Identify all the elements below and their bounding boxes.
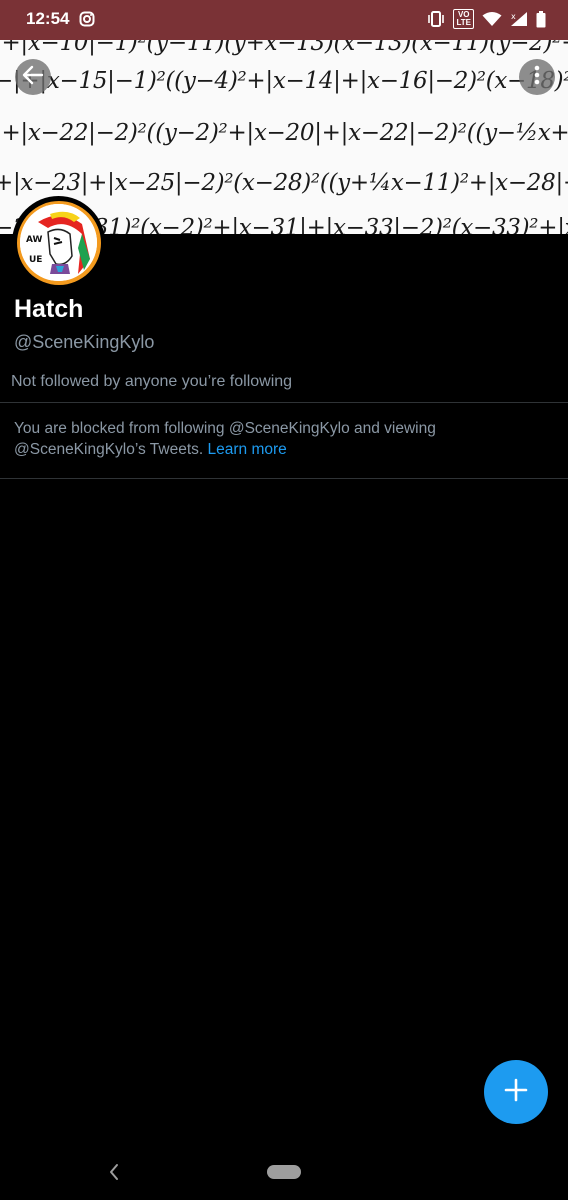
banner-equation-line: −|+|x−15|−1)²((y−4)²+|x−14|+|x−16|−2)²(x… (0, 68, 568, 94)
followed-by-text: Not followed by anyone you’re following (11, 373, 293, 390)
compose-tweet-button[interactable] (484, 1060, 548, 1124)
battery-icon (536, 10, 546, 28)
wifi-icon (482, 11, 502, 27)
more-options-button[interactable] (519, 59, 555, 95)
volte-icon: VO LTE (453, 9, 474, 29)
instagram-icon (79, 11, 95, 27)
back-arrow-icon (22, 64, 44, 91)
banner-equation-line: +|x−23|+|x−25|−2)²(x−28)²((y+¼x−11)²+|x−… (0, 170, 568, 196)
learn-more-link[interactable]: Learn more (208, 441, 287, 458)
divider (0, 402, 568, 403)
chevron-left-icon (106, 1164, 122, 1186)
avatar-text-aw: AW (26, 235, 43, 245)
banner-equation-line: |+|x−10|−1)²(y−11)(y+x−13)(x−13)(x−11)(y… (0, 40, 568, 56)
display-name: Hatch (14, 295, 84, 323)
signal-icon: x (510, 11, 528, 27)
blocked-notice: You are blocked from following @SceneKin… (14, 418, 534, 460)
status-bar: 12:54 VO LTE x (0, 0, 568, 40)
divider (0, 478, 568, 479)
back-button[interactable] (15, 59, 51, 95)
home-pill-icon[interactable] (267, 1165, 301, 1179)
volte-lte: LTE (456, 18, 471, 27)
banner-equation-line: |+|x−22|−2)²((y−2)²+|x−20|+|x−22|−2)²((y… (0, 120, 568, 146)
more-vertical-icon (534, 65, 540, 90)
avatar-text-ue: UE (29, 255, 42, 265)
status-icons: VO LTE x (427, 9, 546, 29)
vibrate-icon (427, 11, 445, 27)
plus-icon (503, 1077, 529, 1108)
svg-text:x: x (511, 12, 516, 21)
avatar-image: AW UE (20, 204, 97, 281)
profile-handle: @SceneKingKylo (14, 332, 155, 352)
avatar[interactable]: AW UE (12, 196, 105, 289)
avatar-ring: AW UE (16, 200, 101, 285)
nav-back-button[interactable] (106, 1162, 122, 1187)
status-time: 12:54 (26, 9, 70, 28)
